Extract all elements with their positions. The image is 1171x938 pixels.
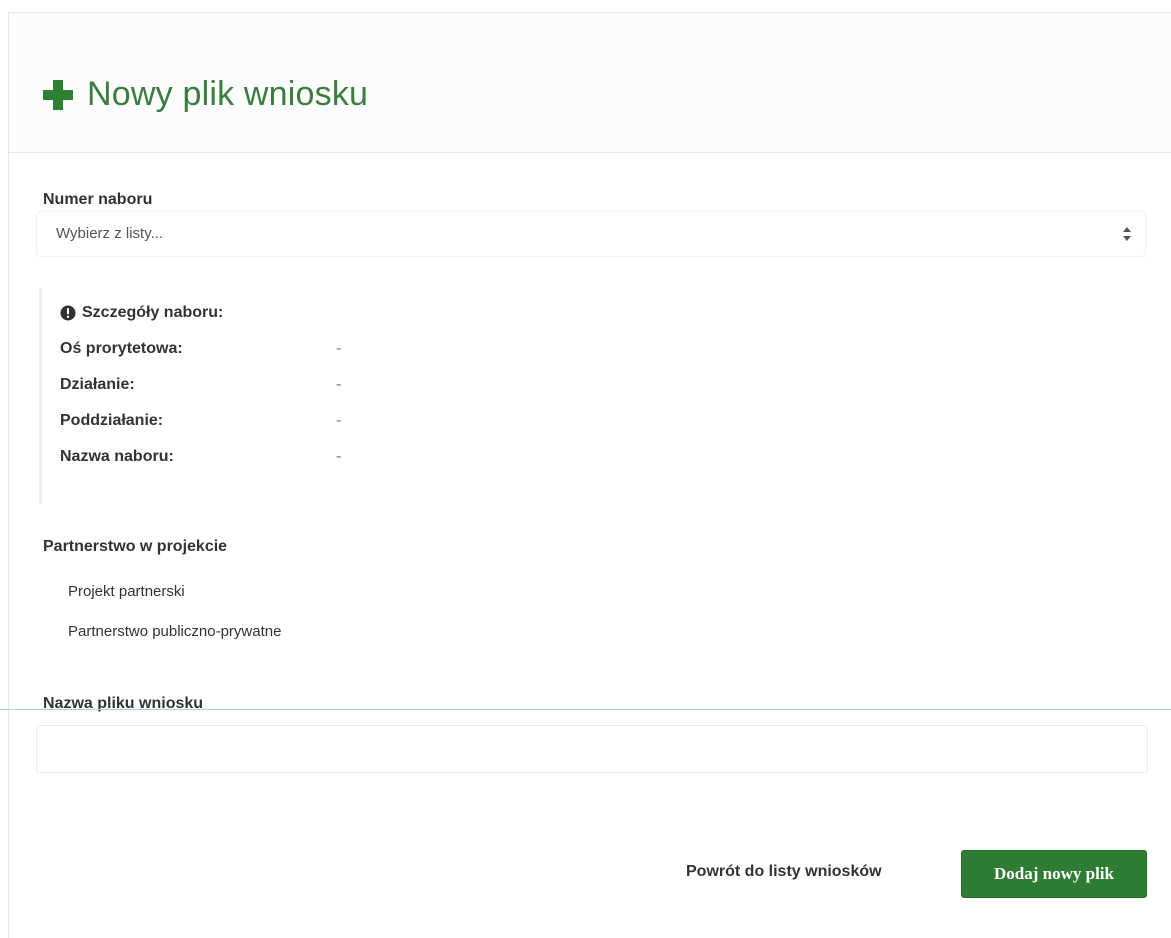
recruitment-details: Szczegóły naboru: Oś prorytetowa: - Dzia… <box>39 288 479 504</box>
detail-value-recruitment-name: - <box>336 448 342 465</box>
detail-label-recruitment-name: Nazwa naboru: <box>60 448 174 465</box>
page-title-wrapper: Nowy plik wniosku <box>41 75 368 114</box>
detail-label-action: Działanie: <box>60 376 135 393</box>
back-to-list-link[interactable]: Powrót do listy wniosków <box>686 863 882 881</box>
detail-value-priority-axis: - <box>336 340 342 357</box>
recruitment-select[interactable]: Wybierz z listy... <box>36 211 1146 257</box>
recruitment-details-header: Szczegóły naboru: <box>60 304 223 322</box>
page-header: Nowy plik wniosku <box>9 13 1171 153</box>
recruitment-details-title: Szczegóły naboru: <box>82 304 224 321</box>
plus-icon <box>43 79 73 110</box>
filename-label: Nazwa pliku wniosku <box>43 695 204 712</box>
partnership-label: Partnerstwo w projekcie <box>43 538 228 555</box>
detail-value-action: - <box>336 376 342 393</box>
detail-label-sub-action: Poddziałanie: <box>60 412 164 429</box>
recruitment-select-value: Wybierz z listy... <box>56 225 164 242</box>
partnership-option-public-private[interactable]: Partnerstwo publiczno-prywatne <box>68 623 281 640</box>
guide-line <box>0 709 1171 710</box>
select-arrows-icon <box>1123 227 1131 241</box>
detail-value-sub-action: - <box>336 412 342 429</box>
filename-input[interactable] <box>36 725 1148 773</box>
recruitment-number-label: Numer naboru <box>43 191 153 208</box>
page-title: Nowy plik wniosku <box>87 75 369 113</box>
info-circle-icon <box>60 305 76 321</box>
add-new-file-button[interactable]: Dodaj nowy plik <box>961 850 1147 898</box>
detail-label-priority-axis: Oś prorytetowa: <box>60 340 183 357</box>
partnership-option-partner-project[interactable]: Projekt partnerski <box>68 583 185 600</box>
